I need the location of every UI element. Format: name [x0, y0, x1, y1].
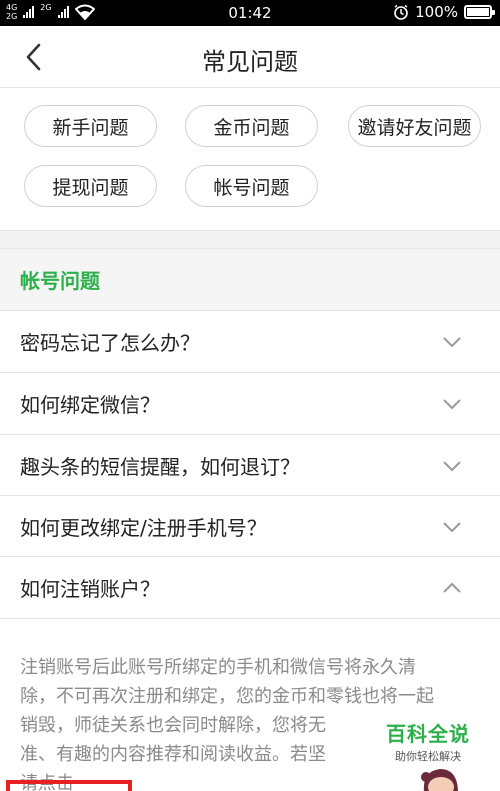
category-panel: 新手问题 金币问题 邀请好友问题 提现问题 帐号问题: [0, 88, 500, 248]
chevron-down-icon: [443, 522, 461, 533]
faq-item-change-phone[interactable]: 如何更改绑定/注册手机号？: [0, 495, 500, 557]
category-coins[interactable]: 金币问题: [185, 105, 318, 147]
chevron-down-icon: [443, 461, 461, 472]
watermark-title: 百科全说: [386, 722, 470, 746]
faq-question: 如何绑定微信？: [20, 393, 160, 417]
battery-percent: 100%: [415, 3, 458, 21]
category-invite-friends[interactable]: 邀请好友问题: [348, 105, 481, 147]
header-bar: 常见问题: [0, 26, 500, 88]
faq-question: 如何注销账户？: [20, 577, 160, 601]
faq-item-cancel-account[interactable]: 如何注销账户？: [0, 556, 500, 618]
watermark: 百科全说 助你轻松解决: [386, 718, 470, 764]
category-newbie[interactable]: 新手问题: [24, 105, 157, 147]
watermark-subtitle: 助你轻松解决: [395, 750, 461, 763]
faq-item-sms-unsubscribe[interactable]: 趣头条的短信提醒，如何退订？: [0, 434, 500, 496]
chevron-down-icon: [443, 399, 461, 410]
faq-question: 如何更改绑定/注册手机号？: [20, 516, 267, 540]
status-right: 100%: [393, 3, 495, 21]
faq-question: 趣头条的短信提醒，如何退订？: [20, 455, 300, 479]
answer-line: 注销账号后此账号所绑定的手机和微信号将永久清: [20, 657, 416, 678]
category-withdraw[interactable]: 提现问题: [24, 165, 157, 207]
highlight-box: [6, 780, 132, 791]
faq-item-bind-wechat[interactable]: 如何绑定微信？: [0, 372, 500, 434]
chevron-up-icon: [443, 582, 461, 593]
chevron-down-icon: [443, 337, 461, 348]
page-title: 常见问题: [202, 48, 298, 76]
answer-line: 除，不可再次注册和绑定，您的金币和零钱也将一起: [20, 686, 434, 707]
faq-item-forgot-password[interactable]: 密码忘记了怎么办？: [0, 310, 500, 372]
alarm-icon: [394, 4, 408, 20]
section-divider: [0, 230, 500, 248]
battery-icon: [464, 5, 495, 19]
category-account[interactable]: 帐号问题: [185, 165, 318, 207]
mascot-icon: [421, 769, 458, 791]
status-bar: 4G 2G 2G 01:42 100%: [0, 0, 500, 26]
faq-question: 密码忘记了怎么办？: [20, 331, 200, 355]
section-title: 帐号问题: [0, 248, 500, 310]
